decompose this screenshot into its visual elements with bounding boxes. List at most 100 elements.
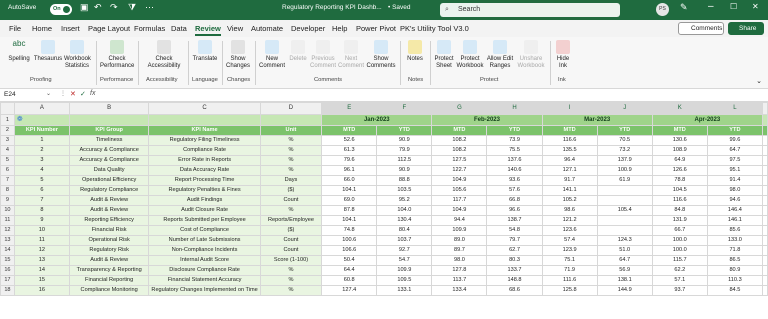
chevron-down-icon[interactable]: ⌄ (46, 90, 51, 97)
value-cell[interactable]: 95.1 (706, 165, 763, 176)
value-cell[interactable]: 111.6 (541, 275, 598, 286)
kpi-cell[interactable]: Regulatory Compliance (68, 185, 150, 196)
row-header[interactable]: 4 (0, 145, 15, 156)
kpi-cell[interactable]: Regulatory Risk (68, 245, 150, 256)
kpi-cell[interactable]: Data Accuracy Rate (148, 165, 261, 176)
value-cell[interactable]: 109.9 (431, 225, 488, 236)
value-cell[interactable]: 51.0 (596, 245, 653, 256)
value-cell[interactable]: 137.6 (486, 155, 543, 166)
value-cell[interactable]: 79.7 (486, 235, 543, 246)
value-cell[interactable]: 54.7 (376, 255, 433, 266)
kpi-cell[interactable]: Reports Submitted per Employee (148, 215, 261, 226)
kpi-cell[interactable]: 1 (13, 135, 70, 146)
kpi-cell[interactable]: Operational Risk (68, 235, 150, 246)
kpi-cell[interactable]: % (259, 155, 323, 166)
value-cell[interactable]: 80.4 (376, 225, 433, 236)
value-cell[interactable]: 69.0 (321, 195, 378, 206)
value-cell[interactable]: 86.5 (706, 255, 763, 266)
kpi-cell[interactable]: 8 (13, 205, 70, 216)
value-cell[interactable]: 135.5 (541, 145, 598, 156)
kpi-cell[interactable]: Financial Statement Accuracy (148, 275, 261, 286)
header-kpi-name[interactable]: KPI Name (148, 125, 261, 136)
value-cell[interactable]: 100.9 (596, 165, 653, 176)
protect-sheet-button[interactable]: Protect Sheet (432, 40, 456, 70)
value-cell[interactable]: 133.7 (486, 265, 543, 276)
row-header[interactable]: 17 (0, 275, 15, 286)
kpi-cell[interactable]: Number of Late Submissions (148, 235, 261, 246)
kpi-cell[interactable]: Financial Risk (68, 225, 150, 236)
column-header-d[interactable]: D (259, 102, 323, 115)
value-cell[interactable]: 96.6 (486, 205, 543, 216)
value-cell[interactable]: 96.1 (321, 165, 378, 176)
menu-formulas[interactable]: Formulas (134, 24, 165, 33)
row-header[interactable]: 7 (0, 175, 15, 186)
header-ytd[interactable]: YTD (376, 125, 433, 136)
value-cell[interactable]: 90.9 (376, 165, 433, 176)
kpi-cell[interactable]: Reporting Efficiency (68, 215, 150, 226)
value-cell[interactable]: 138.7 (486, 215, 543, 226)
delete-comment-button[interactable]: Delete (287, 40, 309, 63)
value-cell[interactable]: 100.0 (651, 235, 708, 246)
value-cell[interactable]: 91.4 (706, 175, 763, 186)
kpi-cell[interactable]: Audit Closure Rate (148, 205, 261, 216)
value-cell[interactable]: 113.7 (431, 275, 488, 286)
value-cell[interactable] (596, 195, 653, 206)
value-cell[interactable]: 127.1 (541, 165, 598, 176)
kpi-cell[interactable]: 3 (13, 155, 70, 166)
column-header-j[interactable]: J (596, 102, 653, 115)
value-cell[interactable]: 97.5 (706, 155, 763, 166)
document-title[interactable]: Regulatory Reporting KPI Dashb... (282, 4, 382, 11)
notes-button[interactable]: Notes (404, 40, 426, 63)
hide-ink-button[interactable]: Hide Ink (553, 40, 573, 70)
value-cell[interactable]: 80.9 (706, 265, 763, 276)
kpi-cell[interactable]: % (259, 275, 323, 286)
value-cell[interactable] (596, 225, 653, 236)
value-cell[interactable]: 123.6 (541, 225, 598, 236)
row-header[interactable]: 16 (0, 265, 15, 276)
value-cell[interactable]: 70.5 (596, 135, 653, 146)
menu-power-pivot[interactable]: Power Pivot (356, 24, 396, 33)
comments-button[interactable]: Comments (678, 22, 724, 35)
kpi-cell[interactable]: Data Quality (68, 165, 150, 176)
value-cell[interactable] (596, 185, 653, 196)
value-cell[interactable]: 131.9 (651, 215, 708, 226)
value-cell[interactable]: 130.4 (376, 215, 433, 226)
value-cell[interactable]: 98.0 (706, 185, 763, 196)
row-header[interactable]: 2 (0, 125, 15, 136)
show-changes-button[interactable]: Show Changes (224, 40, 252, 70)
kpi-cell[interactable]: Audit & Review (68, 195, 150, 206)
value-cell[interactable]: 123.9 (541, 245, 598, 256)
header-ytd[interactable]: YTD (596, 125, 653, 136)
value-cell[interactable]: 99.6 (706, 135, 763, 146)
show-comments-button[interactable]: Show Comments (366, 40, 396, 70)
value-cell[interactable]: 115.7 (651, 255, 708, 266)
column-header-k[interactable]: K (651, 102, 708, 115)
value-cell[interactable]: 84.8 (651, 205, 708, 216)
value-cell[interactable]: 116.6 (541, 135, 598, 146)
value-cell[interactable]: 103.5 (376, 185, 433, 196)
value-cell[interactable] (596, 215, 653, 226)
value-cell[interactable]: 64.4 (321, 265, 378, 276)
column-header-f[interactable]: F (376, 102, 433, 115)
formula-input[interactable] (104, 90, 764, 100)
column-header-c[interactable]: C (148, 102, 261, 115)
value-cell[interactable]: 96.4 (541, 155, 598, 166)
column-header-g[interactable]: G (431, 102, 488, 115)
value-cell[interactable]: 140.6 (486, 165, 543, 176)
column-header-i[interactable]: I (541, 102, 598, 115)
value-cell[interactable]: 62.7 (486, 245, 543, 256)
value-cell[interactable]: 94.4 (431, 215, 488, 226)
kpi-cell[interactable]: ($) (259, 185, 323, 196)
row-header[interactable]: 5 (0, 155, 15, 166)
value-cell[interactable]: 85.6 (706, 225, 763, 236)
column-header-l[interactable]: L (706, 102, 763, 115)
kpi-cell[interactable]: 15 (13, 275, 70, 286)
value-cell[interactable]: 133.0 (706, 235, 763, 246)
value-cell[interactable]: 144.9 (596, 285, 653, 296)
undo-icon[interactable]: ↶ (94, 2, 102, 13)
kpi-cell[interactable]: % (259, 145, 323, 156)
value-cell[interactable]: 109.9 (376, 265, 433, 276)
value-cell[interactable]: 78.8 (651, 175, 708, 186)
check-performance-button[interactable]: Check Performance (100, 40, 134, 70)
value-cell[interactable]: 50.4 (321, 255, 378, 266)
